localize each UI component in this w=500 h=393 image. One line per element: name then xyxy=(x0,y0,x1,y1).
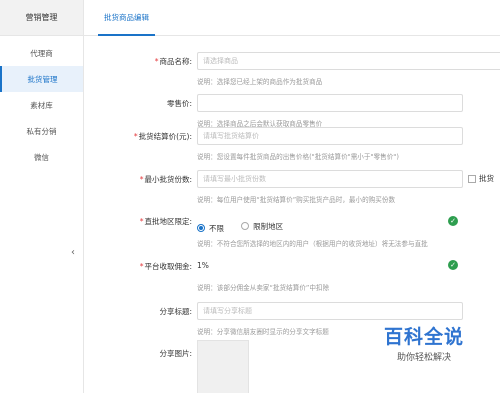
share-image-upload[interactable] xyxy=(197,340,249,393)
share-title-label: 分享标题: xyxy=(159,307,192,316)
radio-unlimited[interactable]: 不限 xyxy=(197,223,224,234)
min-qty-label: *最小批货份数: xyxy=(139,175,192,184)
sidebar-item-wechat[interactable]: 微信 xyxy=(0,144,83,170)
commission-hint: 说明：该部分佣金从卖家“批货结算价”中扣除 xyxy=(197,284,330,292)
min-qty-hint: 说明：每位用户使用“批货结算价”购买批货产品时，最小的购买份数 xyxy=(197,196,396,204)
watermark: 百科全说 助你轻松解决 xyxy=(384,322,464,363)
region-label: *直批地区限定: xyxy=(139,217,192,226)
region-hint: 说明：不符合您所选择的地区内的用户（根据用户的收货地址）将无法参与直批 xyxy=(197,240,428,248)
product-name-label: *商品名称: xyxy=(154,57,192,66)
required-marker: * xyxy=(154,57,159,66)
sidebar-item-private-distribution[interactable]: 私有分销 xyxy=(0,118,83,144)
share-title-input[interactable]: 请填写分享标题 xyxy=(197,302,463,320)
required-marker: * xyxy=(139,217,144,226)
commission-label: *平台收取佣金: xyxy=(139,262,192,271)
batch-checkbox[interactable] xyxy=(468,175,476,183)
batch-checkbox-wrap[interactable]: 批货 xyxy=(468,173,494,184)
batch-checkbox-label: 批货 xyxy=(479,174,494,183)
sidebar-item-batch-goods[interactable]: 批货管理 xyxy=(0,66,83,92)
retail-price-label: 零售价: xyxy=(166,99,192,108)
sidebar-item-material-library[interactable]: 素材库 xyxy=(0,92,83,118)
radio-dot-selected[interactable] xyxy=(197,224,205,232)
required-marker: * xyxy=(139,175,144,184)
sidebar-item-agent[interactable]: 代理商 xyxy=(0,40,83,66)
check-circle-icon: ✓ xyxy=(448,260,458,270)
chevron-left-icon[interactable]: ‹ xyxy=(71,247,75,258)
region-radio-group: 不限 限制地区 xyxy=(197,215,295,234)
check-circle-icon: ✓ xyxy=(448,216,458,226)
share-title-hint: 说明：分享微信朋友圈时显示的分享文字标题 xyxy=(197,328,329,336)
watermark-title: 百科全说 xyxy=(383,326,464,348)
watermark-subtitle: 助你轻松解决 xyxy=(396,353,451,363)
product-name-input[interactable]: 请选择商品 xyxy=(197,52,500,70)
share-image-label: 分享图片: xyxy=(159,349,192,358)
sidebar-header: 营销管理 xyxy=(0,0,83,36)
settle-price-label: *批货结算价(元): xyxy=(133,132,192,141)
sidebar: 营销管理 代理商 批货管理 素材库 私有分销 微信 ‹ xyxy=(0,0,84,393)
radio-restricted[interactable]: 限制地区 xyxy=(241,221,283,232)
required-marker: * xyxy=(133,132,138,141)
tab-batch-goods-edit[interactable]: 批货商品编辑 xyxy=(98,0,155,36)
product-name-hint: 说明：选择您已经上架的商品作为批货商品 xyxy=(197,78,323,86)
min-qty-input[interactable]: 请填写最小批货份数 xyxy=(197,170,463,188)
radio-dot[interactable] xyxy=(241,222,250,230)
commission-value: 1% xyxy=(197,261,209,270)
settle-price-hint: 说明：您设置每件批货商品的出售价格("批货结算价"需小于"零售价") xyxy=(197,153,399,161)
settle-price-input[interactable]: 请填写批货结算价 xyxy=(197,127,463,145)
retail-price-input[interactable] xyxy=(197,94,463,112)
required-marker: * xyxy=(139,262,144,271)
tab-bar: 批货商品编辑 xyxy=(84,0,500,36)
